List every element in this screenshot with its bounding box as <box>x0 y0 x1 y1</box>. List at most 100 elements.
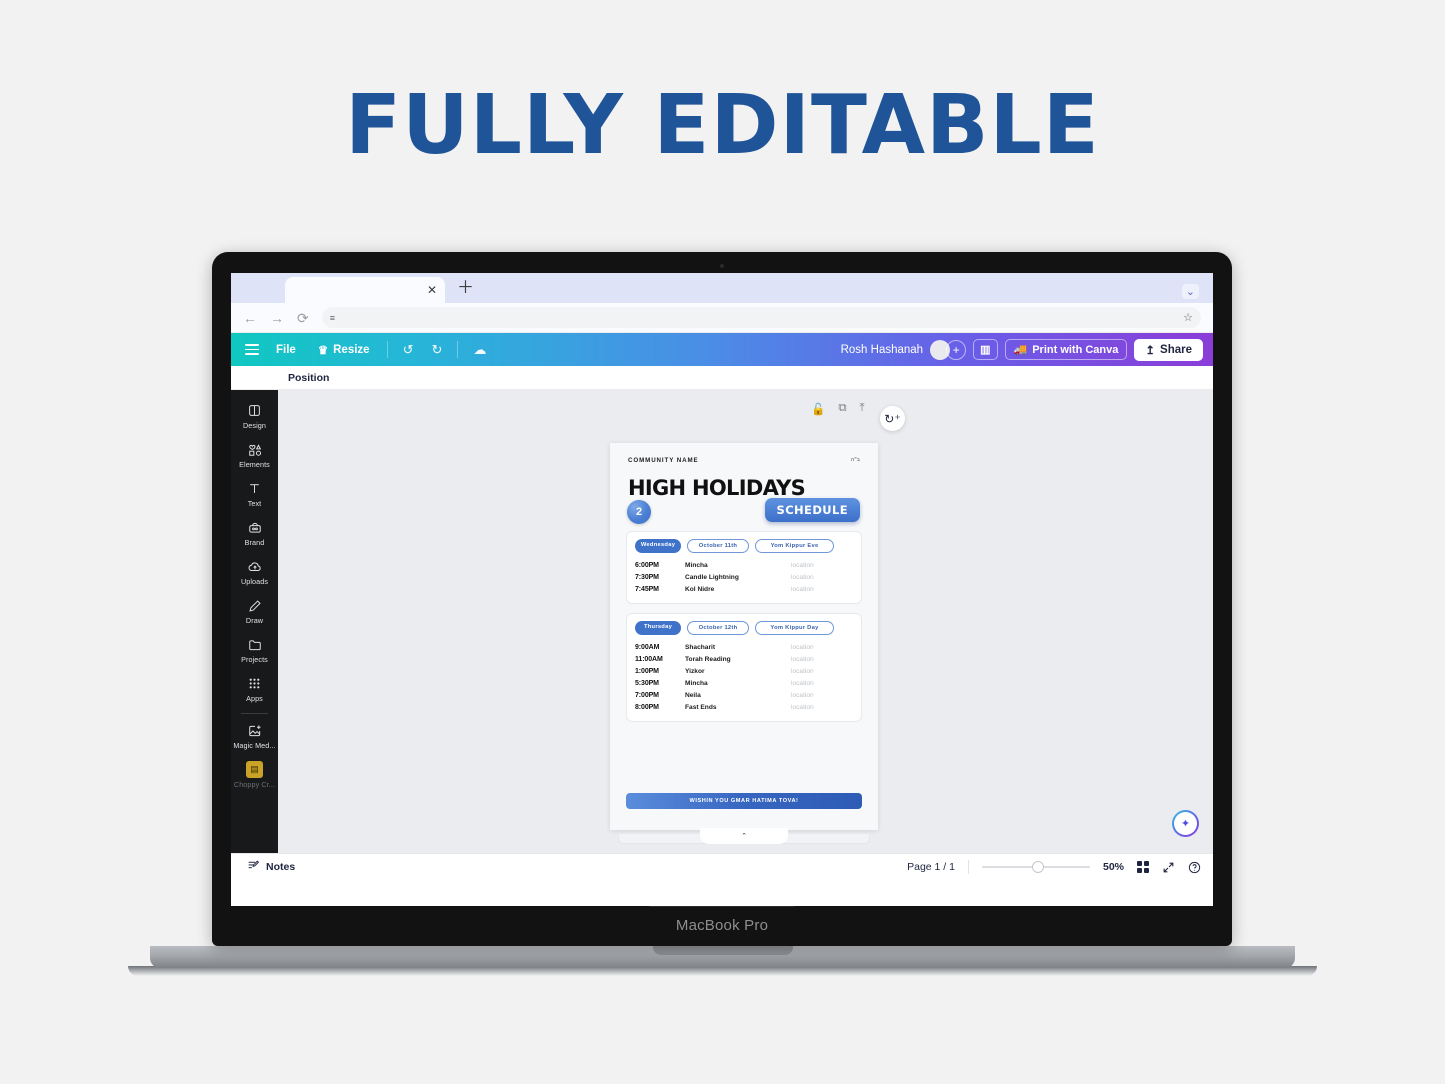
print-label: Print with Canva <box>1032 343 1119 356</box>
sidebar-item-magic-media[interactable]: Magic Med... <box>231 716 278 755</box>
notes-button[interactable]: Notes <box>243 859 295 875</box>
notes-icon <box>247 859 260 875</box>
sidebar-item-draw[interactable]: Draw <box>231 591 278 630</box>
magic-studio-button[interactable]: ✦ <box>1172 810 1199 837</box>
row-location: location <box>791 585 814 593</box>
undo-icon[interactable]: ↺ <box>394 342 423 358</box>
forward-arrow-icon[interactable]: → <box>270 311 284 325</box>
help-icon[interactable] <box>1188 861 1201 874</box>
row-location: location <box>791 655 814 663</box>
row-event: Neila <box>685 691 701 699</box>
schedule-row: 5:30PM Mincha location <box>635 677 853 689</box>
hamburger-icon[interactable] <box>239 344 265 355</box>
row-event: Mincha <box>685 679 708 687</box>
redo-icon[interactable]: ↻ <box>422 342 451 358</box>
page-collapse-tab[interactable]: ⌃ <box>610 828 878 844</box>
design-canvas[interactable]: 🔓 ⧉ ⤒ ↻⁺ COMMUNITY NAME ב"ה HIGH HOLIDAY… <box>278 390 1213 853</box>
sidebar-item-text[interactable]: Text <box>231 474 278 513</box>
browser-toolbar: ← → ⟳ ≡ ☆ <box>231 303 1213 333</box>
file-menu[interactable]: File <box>265 344 307 356</box>
holiday-tag: Yom Kippur Eve <box>755 539 834 553</box>
insights-button[interactable]: ▥ <box>973 339 998 360</box>
lock-icon[interactable]: 🔓 <box>811 402 825 416</box>
chevron-up-icon[interactable]: ⌃ <box>700 828 788 844</box>
magic-media-icon <box>248 723 262 738</box>
zoom-value[interactable]: 50% <box>1103 861 1124 873</box>
schedule-block: Thursday October 12th Yom Kippur Day 9:0… <box>626 613 862 722</box>
grid-view-icon[interactable] <box>1137 861 1149 873</box>
sidebar-item-projects[interactable]: Projects <box>231 630 278 669</box>
sidebar-item-elements[interactable]: Elements <box>231 435 278 474</box>
export-icon[interactable]: ⤒ <box>860 402 865 416</box>
row-time: 7:30PM <box>635 573 659 581</box>
design-title: HIGH HOLIDAYS <box>628 476 806 500</box>
crown-icon: ♛ <box>317 344 329 357</box>
canva-top-bar: File ♛ Resize ↺ ↻ ☁ Rosh Hashanah + ▥ 🚚 … <box>231 333 1213 366</box>
upload-icon: ↥ <box>1145 344 1156 357</box>
day-tag: Wednesday <box>635 539 681 553</box>
footer-banner: WISHIN YOU GMAR HATIMA TOVA! <box>626 793 862 809</box>
row-event: Kol Nidre <box>685 585 715 593</box>
truck-icon: 🚚 <box>1013 344 1028 356</box>
design-icon <box>248 403 261 418</box>
sidebar-item-uploads[interactable]: Uploads <box>231 552 278 591</box>
zoom-slider[interactable] <box>981 860 1090 874</box>
resize-button[interactable]: ♛ Resize <box>307 343 381 357</box>
row-time: 9:00AM <box>635 643 660 651</box>
plus-icon[interactable]: ＋ <box>457 273 474 298</box>
browser-tab-strip: ✕ ＋ ⌄ <box>231 273 1213 303</box>
top-bar-right: Rosh Hashanah + ▥ 🚚 Print with Canva ↥ S… <box>841 338 1205 361</box>
browser-tab[interactable]: ✕ <box>285 277 445 303</box>
projects-icon <box>248 637 262 652</box>
row-time: 11:00AM <box>635 655 663 663</box>
canva-app: File ♛ Resize ↺ ↻ ☁ Rosh Hashanah + ▥ 🚚 … <box>231 333 1213 880</box>
reload-icon[interactable]: ⟳ <box>297 311 309 325</box>
expand-icon[interactable] <box>1162 861 1175 874</box>
back-arrow-icon[interactable]: ← <box>243 311 257 325</box>
row-time: 5:30PM <box>635 679 659 687</box>
chevron-down-icon[interactable]: ⌄ <box>1181 284 1199 299</box>
sidebar-label: Apps <box>246 694 263 703</box>
row-time: 8:00PM <box>635 703 659 711</box>
row-location: location <box>791 643 814 651</box>
schedule-row: 11:00AM Torah Reading location <box>635 653 853 665</box>
date-tag: October 12th <box>687 621 749 635</box>
design-page[interactable]: COMMUNITY NAME ב"ה HIGH HOLIDAYS 2 SCHED… <box>610 443 878 830</box>
holiday-tag: Yom Kippur Day <box>755 621 834 635</box>
sidebar-item-brand[interactable]: Brand <box>231 513 278 552</box>
close-icon[interactable]: ✕ <box>427 284 437 296</box>
add-collaborator-icon[interactable]: + <box>946 339 967 360</box>
slider-knob[interactable] <box>1032 861 1045 873</box>
print-with-canva-button[interactable]: 🚚 Print with Canva <box>1004 339 1128 360</box>
draw-icon <box>248 598 262 613</box>
sliders-icon[interactable]: ≡ <box>330 313 335 323</box>
address-bar[interactable]: ≡ ☆ <box>321 307 1201 328</box>
duplicate-icon[interactable]: ⧉ <box>838 402 846 416</box>
row-event: Candle Lightning <box>685 573 739 581</box>
apps-icon <box>248 676 261 691</box>
row-time: 1:00PM <box>635 667 659 675</box>
community-name: COMMUNITY NAME <box>628 457 699 464</box>
design-title-row: HIGH HOLIDAYS 2 SCHEDULE <box>627 476 860 524</box>
share-label: Share <box>1160 343 1192 356</box>
divider <box>386 341 388 358</box>
schedule-row: 7:00PM Neila location <box>635 689 853 701</box>
share-button[interactable]: ↥ Share <box>1134 338 1203 361</box>
schedule-block: Wednesday October 11th Yom Kippur Eve 6:… <box>626 531 862 604</box>
hebrew-mark: ב"ה <box>850 457 860 463</box>
laptop-base <box>150 946 1295 968</box>
position-bar: Position <box>231 366 1213 390</box>
schedule-row: 7:30PM Candle Lightning location <box>635 571 853 583</box>
sidebar-item-apps[interactable]: Apps <box>231 669 278 708</box>
cloud-saved-icon[interactable]: ☁ <box>464 342 495 358</box>
page-count: Page 1 / 1 <box>907 861 955 873</box>
sidebar-item-design[interactable]: Design <box>231 396 278 435</box>
schedule-tags: Wednesday October 11th Yom Kippur Eve <box>635 539 853 553</box>
divider <box>967 860 969 874</box>
add-comment-icon[interactable]: ↻⁺ <box>880 406 905 431</box>
position-label[interactable]: Position <box>288 372 329 384</box>
sidebar-item-choppy-crop[interactable]: ▤ Choppy Cr... <box>231 755 278 794</box>
star-icon[interactable]: ☆ <box>1183 311 1193 324</box>
row-event: Shacharit <box>685 643 716 651</box>
document-title[interactable]: Rosh Hashanah <box>841 344 923 356</box>
